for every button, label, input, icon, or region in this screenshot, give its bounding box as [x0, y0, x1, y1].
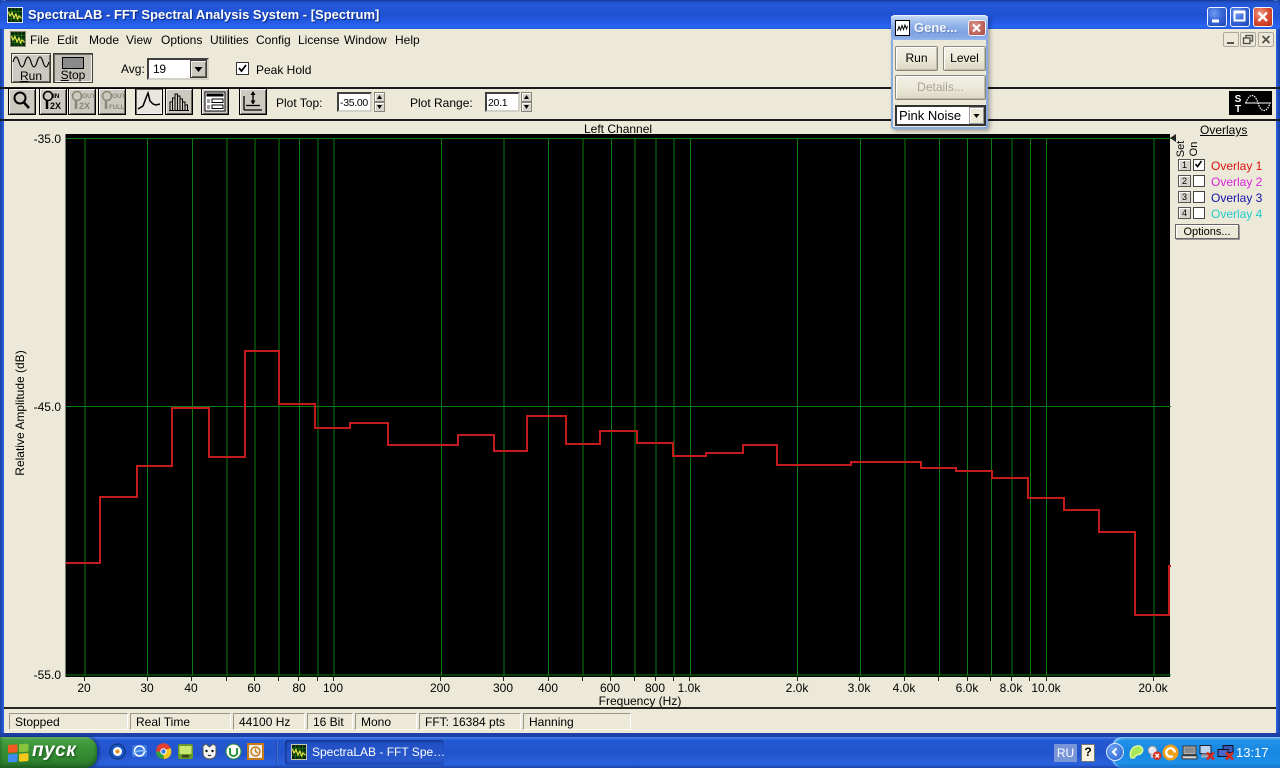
svg-text:FULL: FULL — [109, 105, 125, 111]
svg-text:2X: 2X — [50, 101, 61, 111]
svg-text:OUT: OUT — [82, 93, 95, 100]
svg-text:OUT: OUT — [112, 93, 125, 100]
svg-text:T: T — [1235, 104, 1241, 115]
svg-text:IN: IN — [53, 93, 60, 100]
svg-text:2X: 2X — [79, 101, 90, 111]
